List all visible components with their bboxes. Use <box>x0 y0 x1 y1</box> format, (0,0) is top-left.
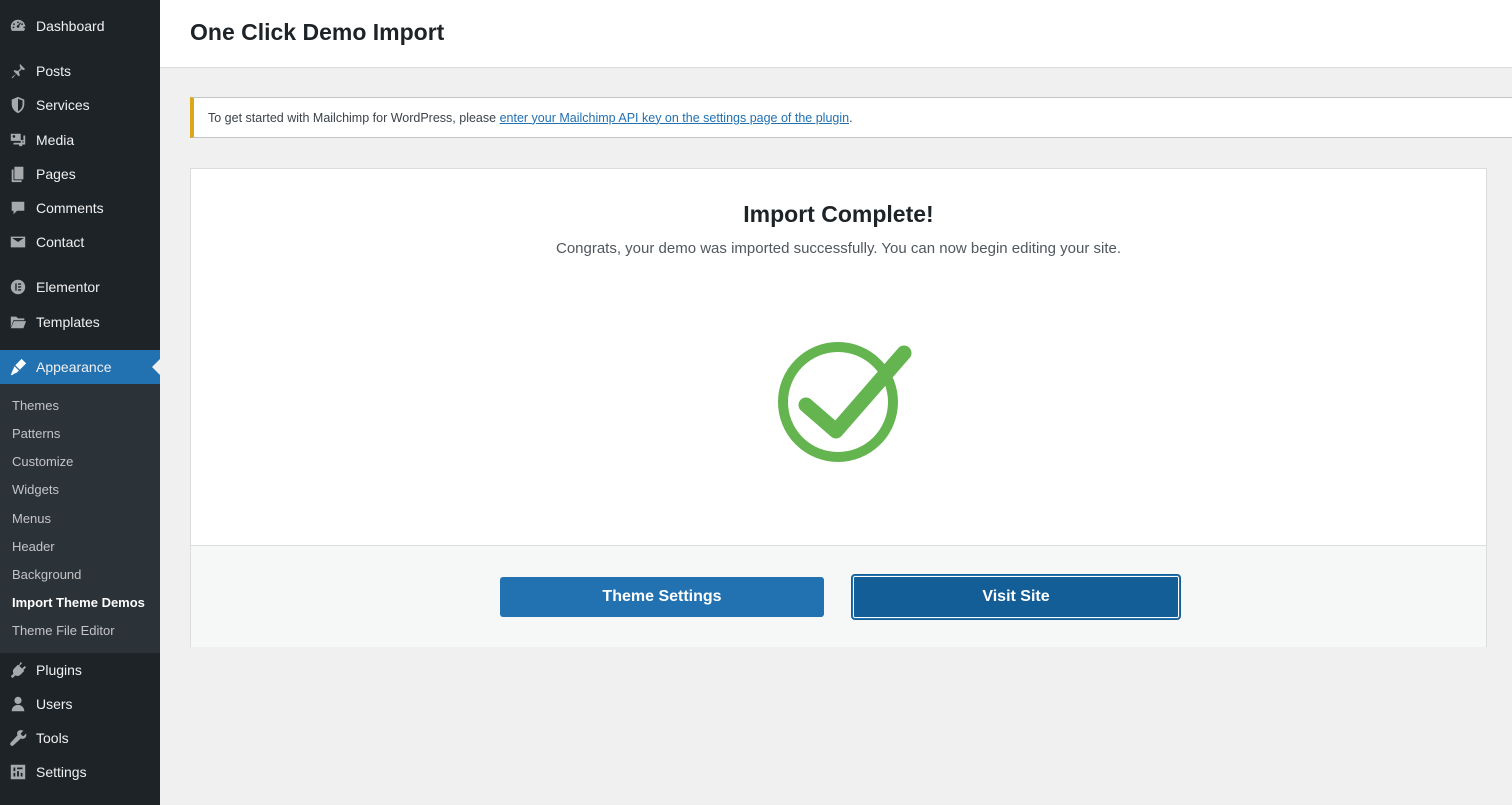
submenu-item-background[interactable]: Background <box>12 560 81 588</box>
submenu-item-label: Header <box>12 538 55 554</box>
sidebar-item-label: Templates <box>36 314 100 330</box>
submenu-item-label: Widgets <box>12 481 59 497</box>
sidebar-item-tools[interactable]: Tools <box>0 721 160 755</box>
notice-text: To get started with Mailchimp for WordPr… <box>208 110 497 125</box>
card-footer: Theme Settings Visit Site <box>191 545 1486 647</box>
sidebar-item-label: Tools <box>36 730 69 746</box>
active-indicator <box>152 359 160 375</box>
sidebar-item-elementor[interactable]: Elementor <box>0 270 160 304</box>
sidebar-item-plugins[interactable]: Plugins <box>0 653 160 687</box>
sidebar-item-label: Posts <box>36 63 72 79</box>
comment-icon <box>0 191 36 225</box>
sidebar-item-media[interactable]: Media <box>0 123 160 157</box>
sidebar-item-posts[interactable]: Posts <box>0 54 160 88</box>
sidebar-item-label: Users <box>36 696 73 712</box>
sidebar-item-label: Dashboard <box>36 18 105 34</box>
plug-icon <box>0 653 36 687</box>
page-title: One Click Demo Import <box>190 19 445 45</box>
submenu-item-widgets[interactable]: Widgets <box>12 475 59 503</box>
sidebar-item-label: Settings <box>36 764 87 780</box>
sidebar-item-label: Contact <box>36 234 85 250</box>
submenu-item-label: Themes <box>12 397 59 413</box>
appearance-submenu: Themes Patterns Customize Widgets Menus … <box>0 384 160 653</box>
sidebar-item-pages[interactable]: Pages <box>0 157 160 191</box>
submenu-item-label: Theme File Editor <box>12 622 115 638</box>
submenu-item-theme-file-editor[interactable]: Theme File Editor <box>12 616 115 644</box>
sidebar-item-services[interactable]: Services <box>0 88 160 122</box>
pin-icon <box>0 54 36 88</box>
page-header: One Click Demo Import <box>160 0 1512 68</box>
import-complete-title: Import Complete! <box>743 201 934 227</box>
mailchimp-settings-link[interactable]: enter your Mailchimp API key on the sett… <box>500 111 850 125</box>
folder-icon <box>0 305 36 339</box>
sidebar-item-label: Pages <box>36 166 76 182</box>
submenu-item-label: Customize <box>12 453 74 469</box>
settings-icon <box>0 755 36 789</box>
sidebar-item-label: Media <box>36 132 75 148</box>
submenu-item-patterns[interactable]: Patterns <box>12 419 60 447</box>
mail-icon <box>0 225 36 259</box>
check-circle-icon <box>778 342 912 462</box>
admin-sidebar: Dashboard Posts Services Media Pages Com… <box>0 0 160 805</box>
submenu-item-label: Import Theme Demos <box>12 594 145 610</box>
sidebar-item-label: Comments <box>36 200 104 216</box>
submenu-item-import-theme-demos[interactable]: Import Theme Demos <box>12 588 145 616</box>
sidebar-item-contact[interactable]: Contact <box>0 225 160 259</box>
notice-suffix: . <box>849 110 853 125</box>
user-icon <box>0 687 36 721</box>
wrench-icon <box>0 721 36 755</box>
pages-icon <box>0 157 36 191</box>
submenu-item-label: Menus <box>12 510 52 526</box>
sidebar-item-templates[interactable]: Templates <box>0 305 160 339</box>
sidebar-item-label: Plugins <box>36 662 82 678</box>
shield-icon <box>0 88 36 122</box>
submenu-item-menus[interactable]: Menus <box>12 504 51 532</box>
sidebar-item-users[interactable]: Users <box>0 687 160 721</box>
import-complete-card: Import Complete! Congrats, your demo was… <box>190 168 1487 647</box>
submenu-item-label: Patterns <box>12 425 61 441</box>
brush-icon <box>0 350 36 384</box>
submenu-item-header[interactable]: Header <box>12 532 55 560</box>
import-complete-subtitle: Congrats, your demo was imported success… <box>555 240 1122 257</box>
submenu-item-themes[interactable]: Themes <box>12 391 59 419</box>
sidebar-item-dashboard[interactable]: Dashboard <box>0 9 160 43</box>
sidebar-item-label: Appearance <box>36 359 112 375</box>
sidebar-item-label: Services <box>36 97 90 113</box>
media-icon <box>0 123 36 157</box>
visit-site-button[interactable]: Visit Site <box>852 575 1180 619</box>
sidebar-item-appearance[interactable]: Appearance <box>0 350 160 384</box>
dashboard-icon <box>0 9 36 43</box>
sidebar-item-label: Elementor <box>36 279 100 295</box>
submenu-item-customize[interactable]: Customize <box>12 447 73 475</box>
submenu-item-label: Background <box>12 566 82 582</box>
sidebar-item-comments[interactable]: Comments <box>0 191 160 225</box>
sidebar-item-settings[interactable]: Settings <box>0 755 160 789</box>
theme-settings-button[interactable]: Theme Settings <box>500 577 824 617</box>
mailchimp-notice: To get started with Mailchimp for WordPr… <box>190 97 1512 138</box>
elementor-icon <box>0 270 36 304</box>
